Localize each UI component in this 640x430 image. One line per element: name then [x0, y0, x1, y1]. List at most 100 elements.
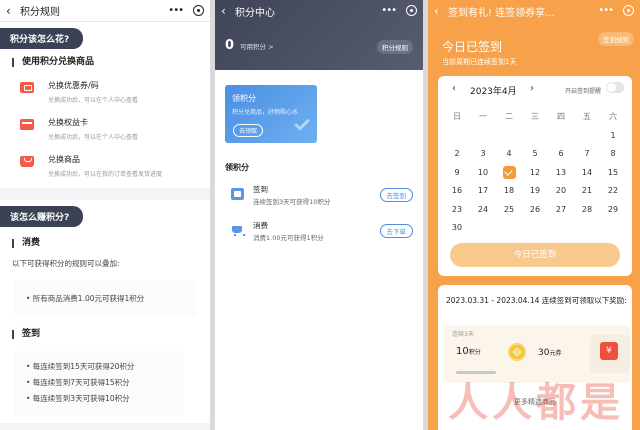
- next-month-icon[interactable]: ›: [530, 83, 534, 94]
- claim-button[interactable]: 去领取: [233, 124, 264, 137]
- prev-month-icon[interactable]: ‹: [452, 83, 456, 94]
- back-icon[interactable]: ‹: [221, 4, 231, 18]
- weekday-label: 五: [583, 112, 591, 121]
- more-goods-title: 更多精选商品: [514, 398, 556, 406]
- calendar-day[interactable]: 18: [496, 182, 522, 201]
- close-miniapp-icon[interactable]: [623, 5, 634, 16]
- calendar-day[interactable]: 30: [444, 219, 470, 238]
- section-title-spend: 积分该怎么花?: [0, 28, 84, 49]
- calendar-day[interactable]: 19: [522, 182, 548, 201]
- spend-rule-box: • 所有商品消费1.00元可获得1积分: [14, 281, 196, 316]
- check-icon: [502, 165, 516, 179]
- calendar-day[interactable]: 10: [470, 164, 496, 183]
- remind-toggle[interactable]: [606, 82, 624, 93]
- calendar-day[interactable]: 28: [574, 201, 600, 220]
- more-icon[interactable]: •••: [168, 5, 184, 16]
- calendar-day[interactable]: 24: [470, 201, 496, 220]
- calendar-month: 2023年4月: [470, 87, 517, 97]
- sign-heading: 签到: [12, 330, 210, 339]
- streak-text: 当前周期已连续签到1天: [442, 58, 517, 66]
- calendar-day[interactable]: 4: [496, 145, 522, 164]
- close-miniapp-icon[interactable]: [406, 5, 417, 16]
- calendar-grid: 日一二三四五六 1 2 3 4 5 6 7 8 9 10 12 13 14 15 16 17 18 19 20 21 22…: [444, 108, 626, 238]
- rmb-icon: ¥: [600, 342, 618, 360]
- calendar-icon: [231, 188, 244, 200]
- streak-reward-card: 2023.03.31 - 2023.04.14 连续签到可领取以下奖励: 连续3…: [438, 285, 632, 430]
- section-title-earn: 该怎么赚积分?: [0, 206, 84, 227]
- calendar-day[interactable]: 13: [548, 164, 574, 183]
- calendar-day[interactable]: 2: [444, 145, 470, 164]
- weekday-label: 一: [479, 112, 487, 121]
- calendar-day[interactable]: 9: [444, 164, 470, 183]
- points-rules-button[interactable]: 积分规则: [377, 40, 413, 54]
- points-center-panel: ‹ 积分中心 ••• 0 可用积分 > 积分规则 领积分 积分兑商品，好物购心水…: [215, 0, 423, 430]
- calendar-day[interactable]: 1: [600, 127, 626, 146]
- sign-rule: • 每连续签到3天可获得10积分: [26, 394, 130, 403]
- go-order-button[interactable]: 去下单: [379, 224, 413, 238]
- reward-points: 10积分: [456, 346, 481, 357]
- calendar-day-checked[interactable]: [496, 164, 522, 183]
- calendar-day[interactable]: 3: [470, 145, 496, 164]
- weekday-label: 三: [531, 112, 539, 121]
- sign-rule: • 每连续签到15天可获得20积分: [26, 362, 135, 371]
- calendar-day[interactable]: 8: [600, 145, 626, 164]
- reward-title: 2023.03.31 - 2023.04.14 连续签到可领取以下奖励:: [446, 296, 627, 305]
- calendar-day[interactable]: 21: [574, 182, 600, 201]
- calendar-day[interactable]: 12: [522, 164, 548, 183]
- calendar-day[interactable]: 14: [574, 164, 600, 183]
- earn-points-banner[interactable]: 领积分 积分兑商品，好物购心水 去领取: [225, 85, 317, 143]
- calendar-day[interactable]: 6: [548, 145, 574, 164]
- calendar-day: [522, 127, 548, 146]
- sign-in-panel: ‹ 签到有礼! 连签领券享... ••• 今日已签到 当前周期已连续签到1天 签…: [428, 0, 640, 430]
- signed-today-button[interactable]: 今日已签到: [450, 243, 620, 267]
- close-miniapp-icon[interactable]: [193, 5, 204, 16]
- back-icon[interactable]: ‹: [434, 4, 444, 18]
- nav-bar: ‹ 积分中心 •••: [215, 0, 423, 22]
- spend-note: 以下可获得积分的规则可以叠加:: [12, 259, 120, 268]
- coupon-icon: [20, 82, 34, 93]
- more-icon[interactable]: •••: [381, 5, 397, 16]
- page-title: 积分中心: [235, 7, 275, 19]
- nav-bar: ‹ 积分规则 •••: [0, 0, 210, 22]
- page-title: 签到有礼! 连签领券享...: [448, 7, 555, 19]
- cart-icon: [231, 224, 245, 236]
- calendar-day[interactable]: 15: [600, 164, 626, 183]
- calendar-day: [470, 219, 496, 238]
- remind-label: 开启签到提醒: [565, 88, 602, 95]
- weekday-label: 二: [505, 112, 513, 121]
- redeem-heading: 使用积分兑换商品: [12, 58, 210, 67]
- weekday-label: 日: [453, 112, 461, 121]
- calendar-day[interactable]: 16: [444, 182, 470, 201]
- calendar-day[interactable]: 25: [496, 201, 522, 220]
- coin-icon: [508, 343, 526, 361]
- redeem-item-coupon: 兑换优惠券/码 兑换成功后，可以在个人中心查看: [20, 80, 210, 104]
- calendar-day: [496, 219, 522, 238]
- sign-rules-button[interactable]: 签到规则: [598, 32, 634, 46]
- calendar-day[interactable]: 29: [600, 201, 626, 220]
- calendar-day[interactable]: 5: [522, 145, 548, 164]
- calendar-day: [470, 127, 496, 146]
- reward-tier-next: ¥: [590, 335, 630, 373]
- calendar-day[interactable]: 27: [548, 201, 574, 220]
- reward-coupon: 30元券: [538, 348, 562, 358]
- points-rules-panel: ‹ 积分规则 ••• 积分该怎么花? 使用积分兑换商品 兑换优惠券/码 兑换成功…: [0, 0, 210, 430]
- nav-bar: ‹ 签到有礼! 连签领券享... •••: [428, 0, 640, 22]
- points-header: ‹ 积分中心 ••• 0 可用积分 > 积分规则: [215, 0, 423, 70]
- back-icon[interactable]: ‹: [6, 4, 16, 18]
- redeem-item-goods: 兑换商品 兑换成功后，可以在我的订单查看发货进度: [20, 154, 210, 178]
- weekday-label: 四: [557, 112, 565, 121]
- calendar-day: [574, 127, 600, 146]
- calendar-day[interactable]: 7: [574, 145, 600, 164]
- go-sign-in-button[interactable]: 去签到: [379, 188, 413, 202]
- calendar-day[interactable]: 26: [522, 201, 548, 220]
- calendar-day: [522, 219, 548, 238]
- calendar-day: [600, 219, 626, 238]
- more-icon[interactable]: •••: [598, 5, 614, 16]
- page-title: 积分规则: [20, 7, 60, 18]
- calendar-day[interactable]: 23: [444, 201, 470, 220]
- calendar-day[interactable]: 17: [470, 182, 496, 201]
- available-points[interactable]: 0 可用积分 >: [225, 38, 274, 53]
- calendar-day[interactable]: 22: [600, 182, 626, 201]
- redeem-item-card: 兑换权益卡 兑换成功后，可以在个人中心查看: [20, 117, 210, 141]
- calendar-day[interactable]: 20: [548, 182, 574, 201]
